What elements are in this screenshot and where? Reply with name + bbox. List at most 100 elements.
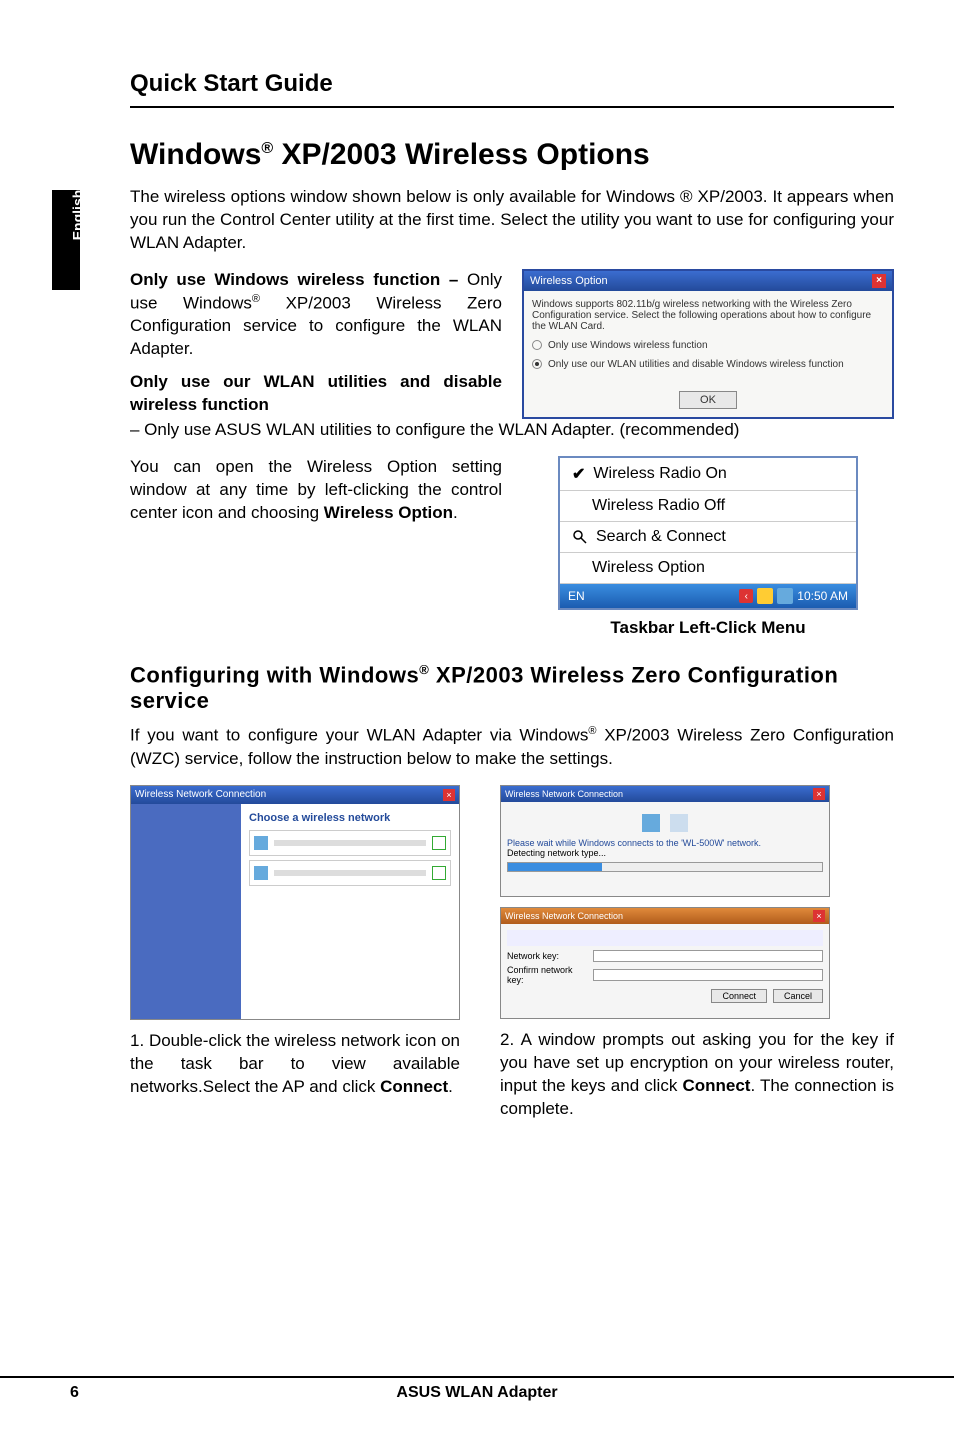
page-footer: 6 ASUS WLAN Adapter <box>0 1376 954 1402</box>
menu-label-search: Search & Connect <box>596 528 726 546</box>
network-item[interactable] <box>249 860 451 886</box>
page-title: Windows® XP/2003 Wireless Options <box>130 138 894 172</box>
tray-time: 10:50 AM <box>797 589 848 603</box>
network-item[interactable] <box>249 830 451 856</box>
mini-titlebar-a: Wireless Network Connection × <box>501 786 829 802</box>
open-option-text: You can open the Wireless Option setting… <box>130 456 502 638</box>
thumb1-title: Wireless Network Connection <box>135 789 266 800</box>
tray-icons: ‹ 10:50 AM <box>739 588 848 604</box>
thumb1-heading: Choose a wireless network <box>249 812 451 824</box>
step2-bold: Connect <box>682 1076 750 1095</box>
network-name-placeholder <box>274 840 426 846</box>
wireless-option-dialog: Wireless Option × Windows supports 802.1… <box>522 269 894 419</box>
signal-icon <box>254 866 268 880</box>
thumb1-main: Choose a wireless network <box>241 804 459 1019</box>
tray-network-icon[interactable] <box>757 588 773 604</box>
tray-wlan-icon[interactable] <box>777 588 793 604</box>
option1-text: Only use Windows wireless function – Onl… <box>130 269 502 419</box>
tray-lang[interactable]: EN <box>568 589 585 603</box>
computer-icon <box>642 814 660 832</box>
title-pre: Windows <box>130 138 261 171</box>
menu-label-off: Wireless Radio Off <box>592 497 725 515</box>
signal-icon <box>254 836 268 850</box>
page-number: 6 <box>70 1384 79 1402</box>
key-dialog: Wireless Network Connection × Network ke… <box>500 907 830 1019</box>
step1-text: 1. Double-click the wireless network ico… <box>130 1030 460 1099</box>
footer-title: ASUS WLAN Adapter <box>396 1384 557 1402</box>
radio-icon <box>532 359 542 369</box>
opt2-body: – Only use ASUS WLAN utilities to config… <box>130 419 894 442</box>
signal-strength-icon <box>432 836 446 850</box>
thumb1-sidebar <box>131 804 241 1019</box>
menu-radio-on[interactable]: ✔ Wireless Radio On <box>560 458 856 491</box>
taskbar-figure-col: ✔ Wireless Radio On Wireless Radio Off S… <box>522 456 894 638</box>
title-post: XP/2003 Wireless Options <box>273 138 650 171</box>
signal-strength-icon <box>432 866 446 880</box>
radio-icon <box>532 340 542 350</box>
dialog-title: Wireless Option <box>530 275 608 287</box>
menu-label-on: Wireless Radio On <box>593 465 726 483</box>
radio-label-1: Only use Windows wireless function <box>548 340 708 351</box>
mini-title-a: Wireless Network Connection <box>505 789 623 799</box>
menu-search-connect[interactable]: Search & Connect <box>560 522 856 553</box>
close-icon[interactable]: × <box>813 788 825 800</box>
cancel-button[interactable]: Cancel <box>773 989 823 1003</box>
sub-pre: Configuring with Windows <box>130 662 419 687</box>
taskbar-menu: ✔ Wireless Radio On Wireless Radio Off S… <box>558 456 858 610</box>
open-option-end: . <box>453 503 458 522</box>
close-icon[interactable]: × <box>443 789 455 801</box>
step1-bold: Connect <box>380 1077 448 1096</box>
header-rule <box>130 106 894 108</box>
dialog1-figure: Wireless Option × Windows supports 802.1… <box>522 269 894 419</box>
magnifier-icon <box>572 529 588 545</box>
globe-icon <box>670 814 688 832</box>
dialog-radio-1[interactable]: Only use Windows wireless function <box>532 340 884 351</box>
mini-titlebar-b: Wireless Network Connection × <box>501 908 829 924</box>
dialog-body: Windows supports 802.11b/g wireless netw… <box>524 291 892 417</box>
open-option-bold: Wireless Option <box>324 503 453 522</box>
step1-col: Wireless Network Connection × Choose a w… <box>130 785 460 1121</box>
tray-shield-icon[interactable]: ‹ <box>739 589 753 603</box>
mini-body-b: Network key: Confirm network key: Connec… <box>501 924 829 1009</box>
intro-paragraph: The wireless options window shown below … <box>130 186 894 255</box>
system-tray: EN ‹ 10:50 AM <box>560 584 856 608</box>
taskbar-caption: Taskbar Left-Click Menu <box>610 618 805 638</box>
dialog-titlebar: Wireless Option × <box>524 271 892 291</box>
step2-screenshots: Wireless Network Connection × Please wai… <box>500 785 830 1019</box>
header-title: Quick Start Guide <box>130 70 894 98</box>
steps-row: Wireless Network Connection × Choose a w… <box>130 785 894 1121</box>
ok-button[interactable]: OK <box>679 391 737 409</box>
menu-wireless-option[interactable]: Wireless Option <box>560 553 856 584</box>
mini-body-a: Please wait while Windows connects to th… <box>501 802 829 878</box>
menu-label-option: Wireless Option <box>592 559 705 577</box>
network-name-placeholder <box>274 870 426 876</box>
mini-line-a: Please wait while Windows connects to th… <box>507 838 823 848</box>
dialog-desc: Windows supports 802.11b/g wireless netw… <box>532 299 884 332</box>
key-input-2[interactable] <box>593 969 823 981</box>
sub-body-pre: If you want to configure your WLAN Adapt… <box>130 726 588 745</box>
key-input-1[interactable] <box>593 950 823 962</box>
sub-body: If you want to configure your WLAN Adapt… <box>130 724 894 771</box>
key-desc-placeholder <box>507 930 823 946</box>
step2-col: Wireless Network Connection × Please wai… <box>500 785 894 1121</box>
connecting-dialog: Wireless Network Connection × Please wai… <box>500 785 830 897</box>
check-icon: ✔ <box>572 464 585 484</box>
thumb1-titlebar: Wireless Network Connection × <box>131 786 459 804</box>
mini-sub-a: Detecting network type... <box>507 848 823 858</box>
dialog-radio-2[interactable]: Only use our WLAN utilities and disable … <box>532 359 884 370</box>
progress-bar <box>507 862 823 872</box>
sub-sup: ® <box>419 662 429 677</box>
mini-title-b: Wireless Network Connection <box>505 911 623 921</box>
close-icon[interactable]: × <box>813 910 825 922</box>
close-icon[interactable]: × <box>872 274 886 288</box>
open-option-row: You can open the Wireless Option setting… <box>130 456 894 638</box>
connect-button[interactable]: Connect <box>711 989 767 1003</box>
title-sup: ® <box>261 140 273 157</box>
menu-radio-off[interactable]: Wireless Radio Off <box>560 491 856 522</box>
step1-end: . <box>448 1077 453 1096</box>
page-content: Quick Start Guide Windows® XP/2003 Wirel… <box>0 0 954 1161</box>
option1-row: Only use Windows wireless function – Onl… <box>130 269 894 419</box>
opt1-body-sup: ® <box>252 293 260 305</box>
subsection-title: Configuring with Windows® XP/2003 Wirele… <box>130 662 894 714</box>
key-label-1: Network key: <box>507 951 587 961</box>
